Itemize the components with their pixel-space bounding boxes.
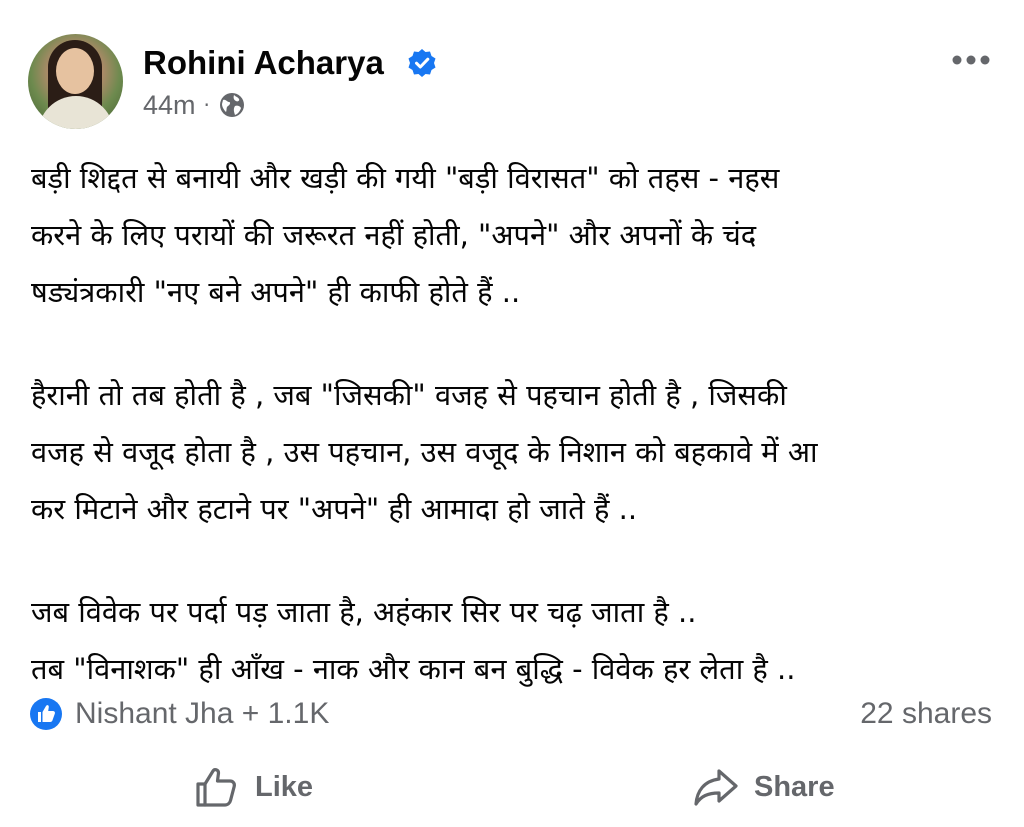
reactions-summary[interactable]: Nishant Jha + 1.1K <box>29 696 329 732</box>
post-meta: 44m · <box>143 89 246 121</box>
post-line: बड़ी शिद्दत से बनायी और खड़ी की गयी "बड़… <box>31 161 780 195</box>
post-line: हैरानी तो तब होती है , जब "जिसकी" वजह से… <box>31 378 787 412</box>
share-button[interactable]: Share <box>692 762 835 812</box>
post-header: Rohini Acharya 44m · <box>0 0 1024 140</box>
thumbs-up-icon <box>196 768 236 807</box>
author-name[interactable]: Rohini Acharya <box>143 43 384 83</box>
verified-badge-icon <box>408 49 436 77</box>
more-options-icon[interactable] <box>950 50 992 70</box>
author-avatar[interactable] <box>28 34 123 129</box>
post-text: बड़ी शिद्दत से बनायी और खड़ी की गयी "बड़… <box>31 150 1001 698</box>
post-line: जब विवेक पर पर्दा पड़ जाता है, अहंकार सि… <box>31 595 697 629</box>
share-arrow-icon <box>694 769 738 806</box>
post-line: तब "विनाशक" ही आँख - नाक और कान बन बुद्ध… <box>31 652 796 686</box>
like-reaction-icon <box>30 698 62 730</box>
post-time[interactable]: 44m <box>143 90 196 121</box>
shares-count[interactable]: 22 shares <box>860 696 992 732</box>
post-line: करने के लिए परायों की जरूरत नहीं होती, "… <box>31 218 757 252</box>
meta-separator: · <box>203 93 210 117</box>
post-line: वजह से वजूद होता है , उस पहचान, उस वजूद … <box>31 435 818 469</box>
like-button[interactable]: Like <box>193 762 313 812</box>
post-line: षड्यंत्रकारी "नए बने अपने" ही काफी होते … <box>31 275 521 309</box>
like-label: Like <box>255 770 314 803</box>
share-label: Share <box>754 770 835 803</box>
post-line: कर मिटाने और हटाने पर "अपने" ही आमादा हो… <box>31 492 638 526</box>
reactions-text[interactable]: Nishant Jha + 1.1K <box>75 697 329 731</box>
globe-icon[interactable] <box>218 91 246 119</box>
avatar-face <box>56 48 94 94</box>
